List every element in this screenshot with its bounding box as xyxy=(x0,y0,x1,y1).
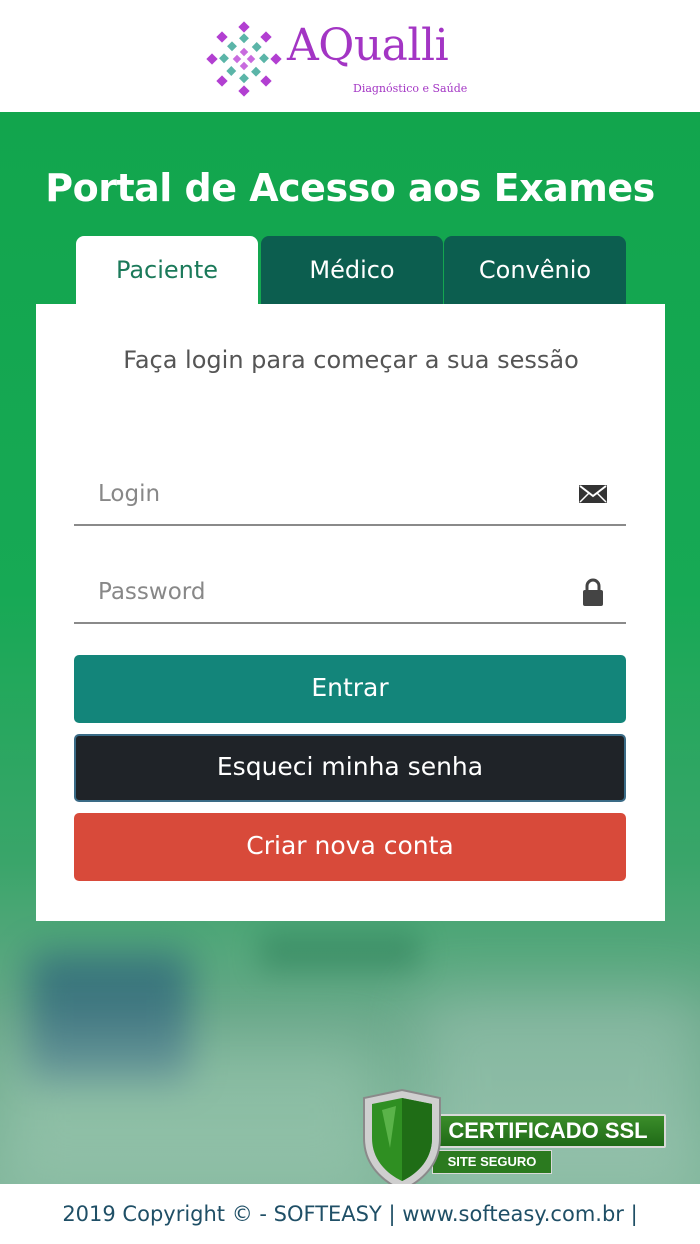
ssl-certificate-badge[interactable]: CERTIFICADO SSL SITE SEGURO xyxy=(360,1088,670,1196)
logo-flower-icon xyxy=(206,21,282,97)
login-field xyxy=(74,464,626,526)
brand-tagline: Diagnóstico e Saúde xyxy=(353,82,468,95)
header: AQualli Diagnóstico e Saúde xyxy=(0,0,700,112)
password-input[interactable] xyxy=(74,562,554,622)
shield-icon xyxy=(363,1088,441,1192)
login-tabs: Paciente Médico Convênio xyxy=(76,236,626,306)
ssl-subtitle: SITE SEGURO xyxy=(432,1150,552,1174)
envelope-icon xyxy=(579,485,607,503)
brand-logo[interactable]: AQualli Diagnóstico e Saúde xyxy=(205,16,495,106)
lock-icon xyxy=(583,578,603,606)
create-account-button[interactable]: Criar nova conta xyxy=(74,813,626,881)
tab-paciente[interactable]: Paciente xyxy=(76,236,258,306)
forgot-password-button[interactable]: Esqueci minha senha xyxy=(74,734,626,802)
tab-convenio[interactable]: Convênio xyxy=(444,236,626,306)
entrar-button[interactable]: Entrar xyxy=(74,655,626,723)
background-blur xyxy=(260,932,420,972)
login-message: Faça login para começar a sua sessão xyxy=(123,346,579,374)
background-blur xyxy=(0,1042,380,1184)
password-field xyxy=(74,562,626,624)
ssl-title: CERTIFICADO SSL xyxy=(430,1114,666,1148)
footer-copyright: 2019 Copyright © - SOFTEASY | www.softea… xyxy=(0,1184,700,1244)
login-input[interactable] xyxy=(74,464,554,524)
brand-name: AQualli xyxy=(287,20,449,71)
tab-medico[interactable]: Médico xyxy=(261,236,443,306)
login-card: Faça login para começar a sua sessão Ent… xyxy=(36,304,665,921)
page-title: Portal de Acesso aos Exames xyxy=(45,166,655,210)
